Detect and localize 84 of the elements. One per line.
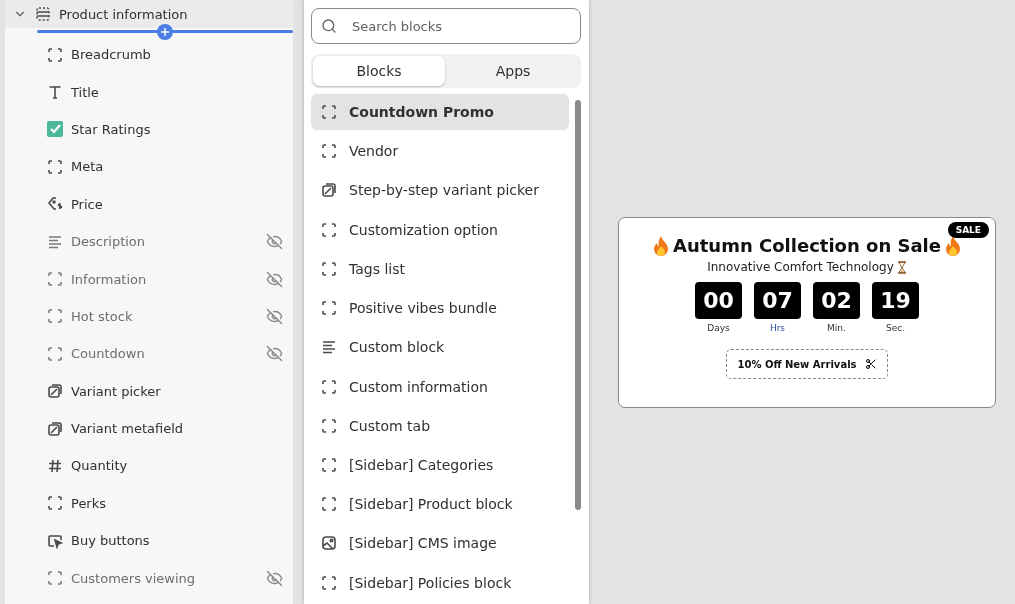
- block-item[interactable]: Customers viewing: [5, 559, 293, 597]
- block-label: Buy buttons: [71, 533, 151, 549]
- tab[interactable]: Apps: [447, 56, 579, 86]
- block-option[interactable]: Vendor: [311, 133, 569, 169]
- promo-title: Autumn Collection on Sale: [673, 235, 941, 256]
- block-label: Star Ratings: [71, 121, 152, 137]
- block-label: Description: [71, 234, 147, 250]
- cursor-icon: [47, 532, 63, 549]
- promo-subtitle: Innovative Comfort Technology: [707, 260, 894, 274]
- block-label: Quantity: [71, 458, 129, 474]
- block-option[interactable]: Step-by-step variant picker: [311, 172, 569, 209]
- image-icon: [321, 535, 337, 552]
- block-item[interactable]: Buy buttons: [5, 522, 293, 560]
- block-label: Price: [71, 196, 104, 212]
- block-option[interactable]: Countdown Promo: [311, 94, 569, 130]
- block-item[interactable]: Quantity: [5, 447, 293, 485]
- sale-badge: SALE: [947, 222, 989, 238]
- timer-unit: Min.: [827, 323, 846, 333]
- block-item[interactable]: Description: [5, 222, 293, 261]
- tab[interactable]: Blocks: [313, 56, 445, 86]
- block-label: Variant picker: [71, 383, 162, 399]
- search-field[interactable]: Search blocks: [311, 8, 581, 44]
- block-label: Information: [71, 271, 148, 287]
- block-item[interactable]: Breadcrumb: [5, 36, 293, 74]
- block-item[interactable]: Title: [5, 73, 293, 111]
- add-block-button[interactable]: [157, 24, 173, 40]
- block-option[interactable]: Customization option: [311, 211, 569, 248]
- block-option[interactable]: Tags list: [311, 250, 569, 287]
- hash-icon: [47, 458, 63, 474]
- block-label: Perks: [71, 495, 108, 511]
- block-option[interactable]: [Sidebar] Categories: [311, 447, 569, 483]
- section-header[interactable]: Product information: [5, 0, 293, 28]
- block-item[interactable]: Price: [5, 185, 293, 223]
- block-item[interactable]: Meta: [5, 148, 293, 186]
- block-label: Hot stock: [71, 308, 134, 324]
- block-label: Meta: [71, 159, 105, 175]
- hidden-eye-icon[interactable]: [266, 569, 283, 587]
- block-item[interactable]: Countdown: [5, 335, 293, 373]
- block-option[interactable]: Custom block: [311, 329, 569, 366]
- section-icon: [35, 6, 51, 22]
- hourglass-icon: [896, 260, 907, 274]
- checkmark-icon: [47, 121, 63, 138]
- flame-icon: [944, 235, 961, 256]
- text-icon: [47, 84, 63, 101]
- block-option[interactable]: Custom information: [311, 368, 569, 405]
- block-label: Countdown: [71, 346, 146, 362]
- block-label: Breadcrumb: [71, 47, 152, 63]
- timer-digits: 07: [754, 282, 801, 319]
- variant-icon: [47, 383, 63, 400]
- block-label: Title: [71, 84, 100, 100]
- block-label: Customers viewing: [71, 570, 197, 586]
- hidden-eye-icon[interactable]: [266, 345, 283, 363]
- block-option[interactable]: [Sidebar] Policies block: [311, 564, 569, 601]
- coupon-code[interactable]: 10% Off New Arrivals: [726, 349, 888, 379]
- search-icon: [321, 18, 337, 34]
- block-option[interactable]: [Sidebar] CMS image: [311, 525, 569, 562]
- timer-unit: Days: [707, 323, 730, 333]
- block-item[interactable]: Information: [5, 260, 293, 298]
- price-tag-icon: [47, 196, 63, 213]
- block-item[interactable]: Hot stock: [5, 297, 293, 336]
- section-title: Product information: [59, 6, 188, 22]
- variant-icon: [321, 182, 337, 199]
- text-lines-icon: [47, 233, 63, 250]
- block-item[interactable]: Star Ratings: [5, 110, 293, 149]
- timer-digits: 00: [695, 282, 742, 319]
- timer-digits: 02: [813, 282, 860, 319]
- block-option[interactable]: Positive vibes bundle: [311, 290, 569, 326]
- block-option[interactable]: Custom tab: [311, 407, 569, 444]
- block-label: Variant metafield: [71, 421, 185, 437]
- hidden-eye-icon[interactable]: [266, 233, 283, 251]
- block-option[interactable]: [Sidebar] Product block: [311, 486, 569, 523]
- text-lines-icon: [321, 339, 337, 356]
- hidden-eye-icon[interactable]: [266, 270, 283, 288]
- hidden-eye-icon[interactable]: [266, 307, 283, 325]
- timer-unit: Hrs: [769, 323, 786, 333]
- timer-unit: Sec.: [885, 323, 906, 333]
- block-item[interactable]: Variant metafield: [5, 409, 293, 448]
- block-item[interactable]: Variant picker: [5, 372, 293, 410]
- timer-digits: 19: [872, 282, 919, 319]
- flame-icon: [653, 235, 669, 256]
- block-item[interactable]: Perks: [5, 484, 293, 523]
- scrollbar[interactable]: [575, 100, 581, 510]
- variant-icon: [47, 420, 63, 437]
- scissors-icon: [864, 358, 877, 370]
